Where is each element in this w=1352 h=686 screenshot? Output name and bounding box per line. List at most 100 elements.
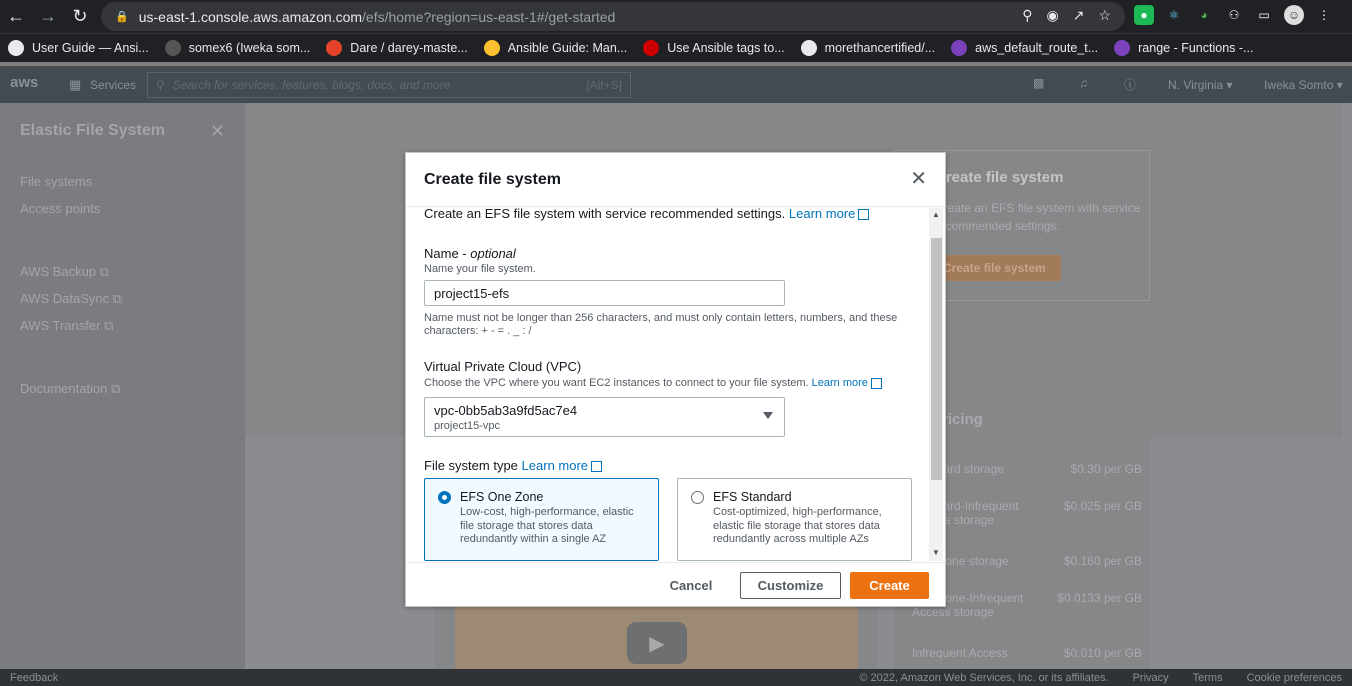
console-footer: Feedback © 2022, Amazon Web Services, In… — [0, 669, 1352, 686]
modal-body: Create an EFS file system with service r… — [406, 208, 945, 561]
vpc-description: Choose the VPC where you want EC2 instan… — [424, 377, 882, 389]
efs-standard-option[interactable]: EFS Standard Cost-optimized, high-perfor… — [677, 478, 912, 561]
url-path: /efs/home?region=us-east-1#/get-started — [362, 8, 616, 25]
radio-selected-icon[interactable] — [438, 491, 451, 504]
services-menu[interactable]: Services — [90, 78, 136, 92]
create-file-system-modal: Create file system ✕ Create an EFS file … — [405, 152, 946, 607]
extension-green-icon[interactable]: ● — [1134, 5, 1154, 25]
play-icon[interactable]: ▶ — [627, 622, 687, 664]
pricing-row: One Zone-Infrequent Access storage $0.013… — [912, 591, 1142, 619]
bookmark-item[interactable]: aws_default_route_t... — [951, 40, 1098, 56]
aws-search[interactable]: ⚲ Search for services, features, blogs, … — [147, 72, 631, 98]
eye-off-icon[interactable]: ◉ — [1046, 7, 1058, 24]
react-devtools-icon[interactable]: ⚛ — [1164, 5, 1184, 25]
scrollbar-thumb[interactable] — [931, 238, 942, 480]
modal-intro: Create an EFS file system with service r… — [424, 208, 870, 221]
name-constraint: Name must not be longer than 256 charact… — [424, 312, 898, 337]
vpc-subtitle: project15-vpc — [434, 420, 501, 432]
close-icon[interactable]: ✕ — [910, 169, 927, 189]
scroll-down-icon[interactable]: ▼ — [932, 548, 940, 557]
feedback-link[interactable]: Feedback — [10, 672, 58, 684]
bookmark-item[interactable]: morethancertified/... — [800, 40, 935, 56]
terms-link[interactable]: Terms — [1193, 672, 1223, 684]
bookmarks-bar: User Guide — Ansi... somex6 (Iweka som..… — [0, 33, 1352, 62]
github-icon — [800, 40, 817, 56]
url-host: us-east-1.console.aws.amazon.com — [138, 8, 363, 25]
copyright: © 2022, Amazon Web Services, Inc. or its… — [859, 671, 1109, 684]
tile-description: Cost-optimized, high-performance, elasti… — [713, 506, 882, 545]
learn-more-link[interactable]: Learn more — [789, 208, 870, 221]
bookmark-item[interactable]: somex6 (Iweka som... — [164, 40, 310, 56]
sidebar-item-file-systems[interactable]: File systems — [20, 174, 92, 189]
globe-icon — [8, 40, 24, 56]
tile-title: EFS Standard — [713, 490, 792, 504]
extension-color-icon[interactable]: ◕ — [1194, 5, 1214, 25]
learn-more-link[interactable]: Learn more — [812, 377, 882, 389]
puzzle-icon[interactable]: ⚇ — [1224, 5, 1244, 25]
caret-down-icon — [763, 412, 773, 419]
bookmark-item[interactable]: Use Ansible tags to... — [643, 40, 785, 56]
browser-toolbar: ← → ↻ 🔒 us-east-1.console.aws.amazon.com… — [0, 0, 1352, 33]
create-fs-button-bg[interactable]: Create file system — [935, 255, 1061, 281]
cancel-button[interactable]: Cancel — [661, 572, 721, 599]
zoom-icon[interactable]: ⚲ — [1022, 7, 1032, 24]
forward-icon[interactable]: → — [32, 1, 64, 33]
sidepanel-icon[interactable]: ▭ — [1254, 5, 1274, 25]
learn-more-link[interactable]: Learn more — [522, 458, 603, 473]
bookmark-item[interactable]: User Guide — Ansi... — [8, 40, 149, 56]
radio-icon[interactable] — [691, 491, 704, 504]
scroll-up-icon[interactable]: ▲ — [932, 210, 940, 219]
star-icon[interactable]: ☆ — [1098, 7, 1111, 24]
external-link-icon: ⧉ — [99, 264, 110, 279]
sidebar-item-aws-datasync[interactable]: AWS DataSync ⧉ — [20, 291, 122, 307]
account-menu[interactable]: Iweka Somto ▾ — [1264, 78, 1343, 92]
region-menu[interactable]: N. Virginia ▾ — [1168, 78, 1233, 92]
modal-scrollbar[interactable]: ▲ ▼ — [929, 208, 943, 561]
sidebar-item-aws-backup[interactable]: AWS Backup ⧉ — [20, 264, 109, 280]
sidebar-item-documentation[interactable]: Documentation ⧉ — [20, 381, 120, 397]
vpc-select[interactable]: vpc-0bb5ab3a9fd5ac7e4 project15-vpc — [424, 397, 785, 437]
pricing-row: Standard storage $0.30 per GB — [912, 462, 1142, 476]
search-icon: ⚲ — [156, 78, 165, 92]
close-icon[interactable]: ✕ — [210, 121, 225, 142]
menu-icon[interactable]: ⋮ — [1314, 5, 1334, 25]
profile-avatar[interactable]: ☺ — [1284, 5, 1304, 25]
card-description: Create an EFS file system with service r… — [935, 201, 1141, 233]
share-icon[interactable]: ↗ — [1073, 7, 1085, 24]
name-input[interactable]: project15-efs — [424, 280, 785, 306]
bell-icon[interactable]: ♫ — [1079, 76, 1088, 90]
sidebar: Elastic File System ✕ File systems Acces… — [0, 103, 245, 669]
modal-footer: Cancel Customize Create — [406, 562, 945, 606]
reload-icon[interactable]: ↻ — [64, 1, 96, 33]
external-link-icon: ⧉ — [111, 381, 121, 396]
grid-icon[interactable]: ▦ — [69, 77, 81, 93]
bookmark-item[interactable]: range - Functions -... — [1114, 40, 1253, 56]
cloudshell-icon[interactable]: ▩ — [1033, 76, 1044, 90]
vpc-value: vpc-0bb5ab3a9fd5ac7e4 — [434, 403, 578, 418]
sidebar-title: Elastic File System — [20, 122, 165, 139]
bookmark-item[interactable]: Ansible Guide: Man... — [483, 40, 627, 56]
fs-type-label: File system type Learn more — [424, 458, 603, 473]
bookmark-item[interactable]: Dare / darey-maste... — [326, 40, 468, 56]
back-icon[interactable]: ← — [0, 1, 32, 33]
modal-header: Create file system ✕ — [406, 153, 945, 207]
pricing-row: Infrequent Access $0.010 per GB — [912, 646, 1142, 660]
external-link-icon — [858, 209, 870, 221]
create-button[interactable]: Create — [850, 572, 929, 599]
terraform-icon — [1114, 40, 1131, 56]
privacy-link[interactable]: Privacy — [1133, 672, 1169, 684]
cookie-preferences-link[interactable]: Cookie preferences — [1247, 672, 1342, 684]
sidebar-item-access-points[interactable]: Access points — [20, 201, 100, 216]
lock-icon: 🔒 — [115, 11, 129, 23]
external-link-icon — [591, 461, 603, 473]
help-icon[interactable]: ⓘ — [1124, 76, 1136, 93]
modal-title: Create file system — [424, 170, 561, 188]
redhat-icon — [643, 40, 660, 56]
card-title: Create file system — [935, 169, 1064, 186]
sidebar-item-aws-transfer[interactable]: AWS Transfer ⧉ — [20, 318, 113, 334]
efs-one-zone-option[interactable]: EFS One Zone Low-cost, high-performance,… — [424, 478, 659, 561]
aws-logo[interactable]: aws — [10, 74, 38, 91]
customize-button[interactable]: Customize — [740, 572, 841, 599]
address-bar[interactable]: 🔒 us-east-1.console.aws.amazon.com /efs/… — [101, 2, 1125, 31]
aws-header: aws ▦ Services ⚲ Search for services, fe… — [0, 66, 1352, 103]
